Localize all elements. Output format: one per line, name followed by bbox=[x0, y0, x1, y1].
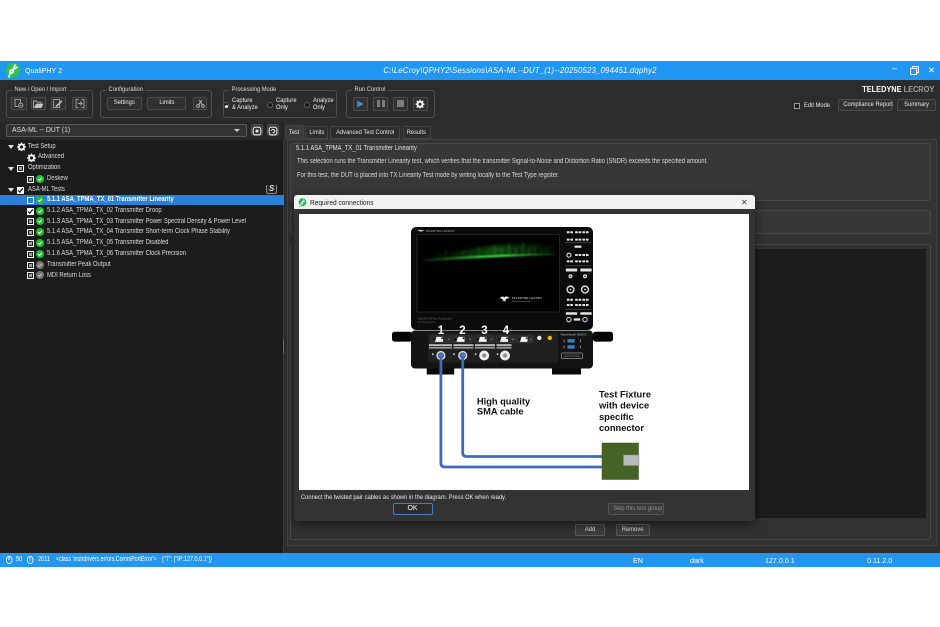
svg-text:connector: connector bbox=[599, 423, 644, 433]
svg-text:TELEDYNE LECROY: TELEDYNE LECROY bbox=[512, 296, 543, 300]
svg-text:2: 2 bbox=[459, 325, 465, 337]
svg-text:with device: with device bbox=[598, 401, 649, 411]
svg-text:TELEDYNE LECROY: TELEDYNE LECROY bbox=[426, 229, 455, 233]
svg-text:High quality: High quality bbox=[477, 396, 531, 406]
svg-text:specific: specific bbox=[599, 412, 634, 422]
svg-text:SMA cable: SMA cable bbox=[477, 407, 524, 417]
svg-text:3: 3 bbox=[481, 325, 487, 337]
svg-text:Everywhereyoulook™: Everywhereyoulook™ bbox=[512, 300, 532, 303]
svg-text:WaveMaster 8000HD: WaveMaster 8000HD bbox=[561, 332, 588, 336]
svg-text:4: 4 bbox=[503, 325, 510, 337]
svg-text:Test Fixture: Test Fixture bbox=[599, 389, 651, 399]
svg-text:1: 1 bbox=[438, 325, 445, 337]
svg-text:First Responder: First Responder bbox=[418, 321, 436, 324]
